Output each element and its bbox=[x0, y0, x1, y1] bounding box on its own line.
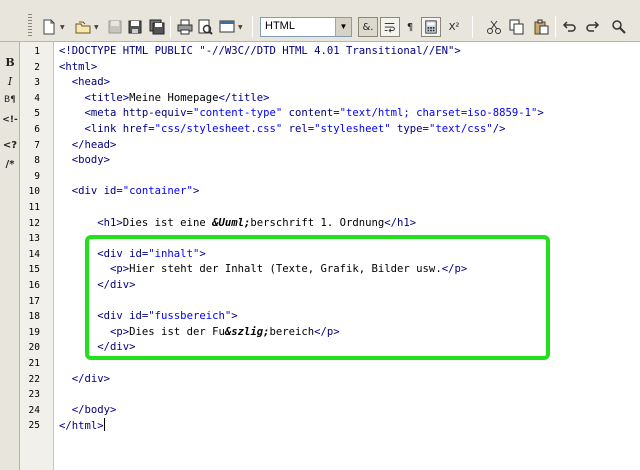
italic-button[interactable]: I bbox=[0, 75, 20, 88]
highlight-box bbox=[85, 235, 550, 360]
code-line[interactable]: <div id="container"> bbox=[59, 184, 200, 200]
line-number: 6 bbox=[34, 124, 40, 135]
cut-icon[interactable] bbox=[485, 18, 503, 36]
line-number: 3 bbox=[34, 77, 40, 89]
code-line[interactable]: </div> bbox=[59, 372, 110, 388]
toolbar-grip[interactable] bbox=[28, 14, 32, 36]
code-line[interactable]: <html> bbox=[59, 60, 97, 76]
print-icon[interactable] bbox=[176, 18, 194, 36]
line-number: 20 bbox=[28, 342, 40, 354]
line-number: 22 bbox=[28, 373, 40, 385]
document-type-select[interactable]: HTML ▼ bbox=[260, 17, 352, 37]
comment-button[interactable]: <!- bbox=[0, 115, 20, 125]
block-button[interactable]: B¶ bbox=[0, 95, 20, 105]
bold-button[interactable]: B bbox=[0, 56, 20, 69]
line-number: 15 bbox=[28, 264, 40, 276]
copy-icon[interactable] bbox=[508, 18, 526, 36]
open-icon[interactable] bbox=[74, 18, 92, 36]
text-cursor bbox=[103, 418, 105, 432]
document-type-value: HTML bbox=[265, 20, 295, 32]
line-number: 16 bbox=[28, 280, 40, 291]
block-comment-button[interactable]: /* bbox=[0, 159, 20, 170]
format-sidebar: B I B¶ <!- <? /* bbox=[0, 42, 20, 470]
line-number: 13 bbox=[28, 233, 40, 245]
line-number: 18 bbox=[28, 311, 40, 323]
line-number: 1 bbox=[34, 46, 40, 57]
code-line[interactable]: <head> bbox=[59, 75, 110, 91]
line-number: 25 bbox=[28, 420, 40, 432]
line-number: 5 bbox=[34, 108, 40, 120]
code-line[interactable]: <title>Meine Homepage</title> bbox=[59, 91, 270, 107]
line-number: 4 bbox=[34, 92, 40, 104]
code-line[interactable]: <h1>Dies ist eine &Uuml;berschrift 1. Or… bbox=[59, 216, 416, 232]
line-number: 14 bbox=[28, 248, 40, 260]
code-line[interactable]: <body> bbox=[59, 153, 110, 169]
line-number: 12 bbox=[28, 217, 40, 229]
find-icon[interactable] bbox=[610, 18, 628, 36]
line-number: 7 bbox=[34, 139, 40, 151]
php-tag-button[interactable]: <? bbox=[0, 140, 20, 151]
save-all-icon[interactable] bbox=[148, 18, 166, 36]
undo-icon[interactable] bbox=[560, 18, 578, 36]
line-number: 9 bbox=[34, 170, 40, 182]
line-number: 17 bbox=[28, 295, 40, 307]
preview-dropdown-icon[interactable]: ▼ bbox=[238, 24, 243, 31]
line-number: 8 bbox=[34, 155, 40, 167]
code-line[interactable]: </head> bbox=[59, 138, 117, 154]
calculator-icon[interactable] bbox=[421, 17, 441, 37]
save-icon[interactable] bbox=[126, 18, 144, 36]
code-line[interactable]: <link href="css/stylesheet.css" rel="sty… bbox=[59, 122, 506, 138]
entity-button[interactable]: &. bbox=[358, 17, 378, 37]
preview-icon[interactable] bbox=[196, 18, 214, 36]
save-disabled-icon[interactable] bbox=[106, 18, 124, 36]
new-document-icon[interactable] bbox=[40, 18, 58, 36]
open-dropdown-icon[interactable]: ▼ bbox=[94, 24, 99, 31]
toolbar: ▼ ▼ ▼ HTML ▼ &. ¶ X² bbox=[0, 0, 640, 42]
line-number: 23 bbox=[28, 389, 40, 401]
line-number: 24 bbox=[28, 404, 40, 416]
code-line[interactable]: <!DOCTYPE HTML PUBLIC "-//W3C//DTD HTML … bbox=[59, 44, 461, 60]
line-number: 10 bbox=[28, 186, 40, 198]
code-line[interactable]: </body> bbox=[59, 403, 117, 419]
pilcrow-button[interactable]: ¶ bbox=[400, 17, 420, 37]
paste-icon[interactable] bbox=[532, 18, 550, 36]
code-line[interactable]: <meta http-equiv="content-type" content=… bbox=[59, 106, 544, 122]
line-number: 19 bbox=[28, 326, 40, 338]
new-dropdown-icon[interactable]: ▼ bbox=[60, 24, 65, 31]
browser-preview-icon[interactable] bbox=[218, 18, 236, 36]
redo-icon[interactable] bbox=[584, 18, 602, 36]
word-wrap-button[interactable] bbox=[380, 17, 400, 37]
superscript-button[interactable]: X² bbox=[444, 17, 464, 37]
line-number: 21 bbox=[28, 358, 40, 369]
line-number: 11 bbox=[28, 202, 40, 213]
chevron-down-icon[interactable]: ▼ bbox=[335, 18, 351, 36]
code-line[interactable]: </html> bbox=[59, 418, 105, 435]
line-number-gutter: 1 2 3 4 5 6 7 8 9 10 11 12 13 14 15 16 1… bbox=[20, 42, 54, 470]
line-number: 2 bbox=[34, 61, 40, 73]
